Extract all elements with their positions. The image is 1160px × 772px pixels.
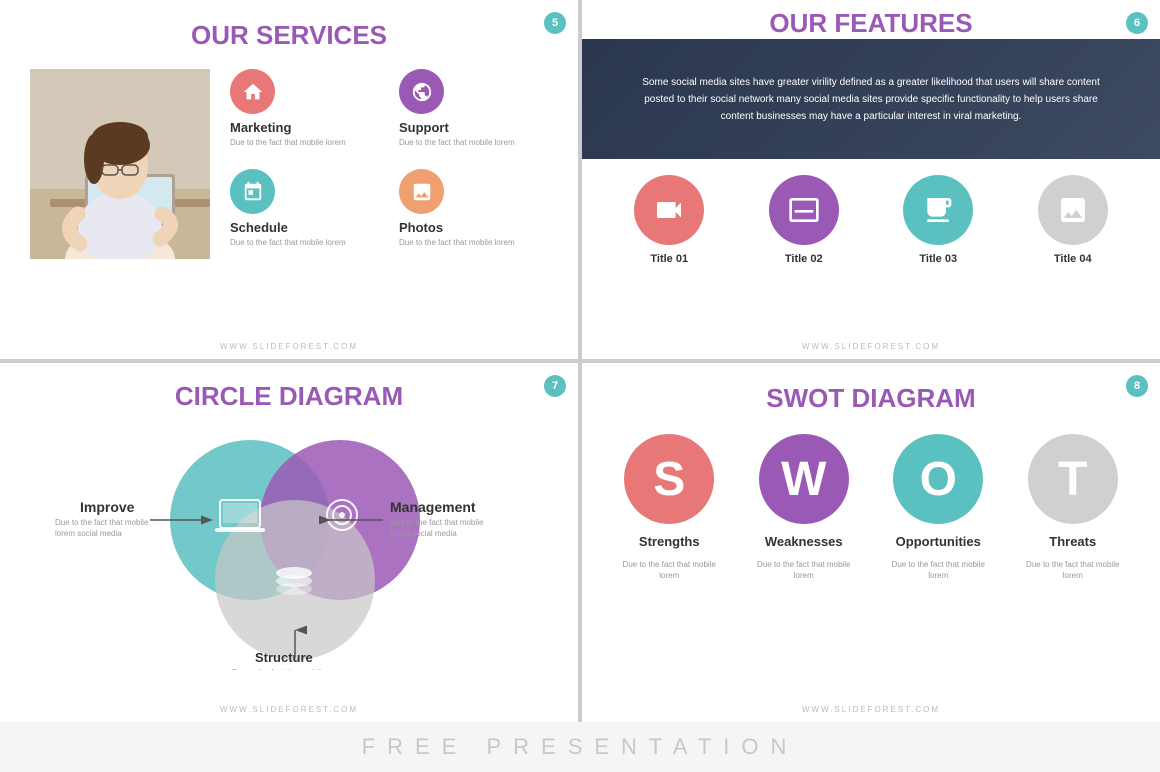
title-accent: SERVICES bbox=[256, 20, 387, 50]
feature-title03: Title 03 bbox=[903, 175, 973, 265]
swot-s-desc: Due to the fact that mobile lorem bbox=[619, 559, 719, 581]
features-icons-row: Title 01 Title 02 Title 03 bbox=[582, 159, 1160, 277]
features-header-text: Some social media sites have greater vir… bbox=[631, 74, 1111, 125]
support-desc: Due to the fact that mobile lorem bbox=[399, 137, 515, 148]
feature-icon-1 bbox=[634, 175, 704, 245]
svg-text:Due to the fact that mobile: Due to the fact that mobile bbox=[390, 518, 484, 527]
slide-badge-4: 8 bbox=[1126, 375, 1148, 397]
support-icon bbox=[399, 69, 444, 114]
svg-text:Management: Management bbox=[390, 499, 476, 515]
slide2-title-area: OUR FEATURES bbox=[582, 0, 1160, 39]
feature-icon-4 bbox=[1038, 175, 1108, 245]
feature-icon-3 bbox=[903, 175, 973, 245]
feature-icon-2 bbox=[769, 175, 839, 245]
feature-label-2: Title 02 bbox=[785, 253, 823, 265]
swot-w-desc: Due to the fact that mobile lorem bbox=[754, 559, 854, 581]
swot-weaknesses: W Weaknesses Due to the fact that mobile… bbox=[754, 434, 854, 581]
footer: FREE PRESENTATION bbox=[0, 722, 1160, 772]
svg-text:lorem social media: lorem social media bbox=[55, 529, 122, 538]
swot-t-letter: T bbox=[1058, 452, 1087, 507]
slide1-watermark: WWW.SLIDEFOREST.COM bbox=[220, 342, 358, 351]
swot-w-label: Weaknesses bbox=[765, 534, 843, 549]
swot-o-label: Opportunities bbox=[896, 534, 981, 549]
svg-text:lorem social media: lorem social media bbox=[390, 529, 457, 538]
svg-text:Improve: Improve bbox=[80, 499, 135, 515]
slide-badge-2: 6 bbox=[1126, 12, 1148, 34]
swot-s-label: Strengths bbox=[639, 534, 700, 549]
slide3-title: CIRCLE DIAGRAM bbox=[20, 381, 558, 412]
feature-title01: Title 01 bbox=[634, 175, 704, 265]
swot-t-label: Threats bbox=[1049, 534, 1096, 549]
swot-w-circle: W bbox=[759, 434, 849, 524]
svg-text:Due to the fact that mobile: Due to the fact that mobile bbox=[232, 668, 326, 670]
swot-t-desc: Due to the fact that mobile lorem bbox=[1023, 559, 1123, 581]
title-plain-4: SWOT bbox=[766, 383, 844, 413]
swot-o-circle: O bbox=[893, 434, 983, 524]
feature-label-3: Title 03 bbox=[919, 253, 957, 265]
service-schedule: Schedule Due to the fact that mobile lor… bbox=[230, 169, 379, 259]
swot-o-letter: O bbox=[920, 452, 957, 507]
schedule-icon bbox=[230, 169, 275, 214]
swot-items-row: S Strengths Due to the fact that mobile … bbox=[602, 434, 1140, 581]
services-image bbox=[30, 69, 210, 259]
title-accent-2: FEATURES bbox=[834, 8, 972, 38]
slides-grid: 5 OUR SERVICES bbox=[0, 0, 1160, 722]
services-grid: Marketing Due to the fact that mobile lo… bbox=[230, 69, 548, 259]
title-plain-3: CIRCLE bbox=[175, 381, 272, 411]
swot-t-circle: T bbox=[1028, 434, 1118, 524]
title-accent-3: DIAGRAM bbox=[279, 381, 403, 411]
slide2-watermark: WWW.SLIDEFOREST.COM bbox=[802, 342, 940, 351]
slide1-content: Marketing Due to the fact that mobile lo… bbox=[30, 69, 548, 259]
features-header: Some social media sites have greater vir… bbox=[582, 39, 1160, 159]
service-photos: Photos Due to the fact that mobile lorem bbox=[399, 169, 548, 259]
feature-label-4: Title 04 bbox=[1054, 253, 1092, 265]
slide2-title: OUR FEATURES bbox=[612, 8, 1130, 39]
slide-swot: 8 SWOT DIAGRAM S Strengths Due to the fa… bbox=[582, 363, 1160, 722]
feature-title02: Title 02 bbox=[769, 175, 839, 265]
slide1-title: OUR SERVICES bbox=[30, 20, 548, 51]
footer-text: FREE PRESENTATION bbox=[362, 734, 799, 760]
feature-label-1: Title 01 bbox=[650, 253, 688, 265]
marketing-desc: Due to the fact that mobile lorem bbox=[230, 137, 346, 148]
swot-strengths: S Strengths Due to the fact that mobile … bbox=[619, 434, 719, 581]
slide4-title: SWOT DIAGRAM bbox=[602, 383, 1140, 414]
swot-w-letter: W bbox=[781, 452, 826, 507]
service-marketing: Marketing Due to the fact that mobile lo… bbox=[230, 69, 379, 159]
photos-name: Photos bbox=[399, 220, 443, 235]
title-accent-4: DIAGRAM bbox=[852, 383, 976, 413]
title-plain: OUR bbox=[191, 20, 249, 50]
marketing-name: Marketing bbox=[230, 120, 291, 135]
venn-diagram: Improve Due to the fact that mobile lore… bbox=[20, 430, 558, 670]
feature-title04: Title 04 bbox=[1038, 175, 1108, 265]
slide3-watermark: WWW.SLIDEFOREST.COM bbox=[220, 705, 358, 714]
slide-badge-3: 7 bbox=[544, 375, 566, 397]
service-support: Support Due to the fact that mobile lore… bbox=[399, 69, 548, 159]
photos-icon bbox=[399, 169, 444, 214]
svg-text:Structure: Structure bbox=[255, 650, 313, 665]
swot-opportunities: O Opportunities Due to the fact that mob… bbox=[888, 434, 988, 581]
swot-s-letter: S bbox=[653, 452, 685, 507]
marketing-icon bbox=[230, 69, 275, 114]
swot-threats: T Threats Due to the fact that mobile lo… bbox=[1023, 434, 1123, 581]
swot-o-desc: Due to the fact that mobile lorem bbox=[888, 559, 988, 581]
slide4-watermark: WWW.SLIDEFOREST.COM bbox=[802, 705, 940, 714]
photos-desc: Due to the fact that mobile lorem bbox=[399, 237, 515, 248]
support-name: Support bbox=[399, 120, 449, 135]
slide-badge-1: 5 bbox=[544, 12, 566, 34]
slide-features: 6 OUR FEATURES Some social media sites h… bbox=[582, 0, 1160, 359]
schedule-desc: Due to the fact that mobile lorem bbox=[230, 237, 346, 248]
title-plain-2: OUR bbox=[769, 8, 827, 38]
schedule-name: Schedule bbox=[230, 220, 288, 235]
slide-services: 5 OUR SERVICES bbox=[0, 0, 578, 359]
swot-s-circle: S bbox=[624, 434, 714, 524]
slide-circle-diagram: 7 CIRCLE DIAGRAM bbox=[0, 363, 578, 722]
svg-text:Due to the fact that mobile: Due to the fact that mobile bbox=[55, 518, 149, 527]
